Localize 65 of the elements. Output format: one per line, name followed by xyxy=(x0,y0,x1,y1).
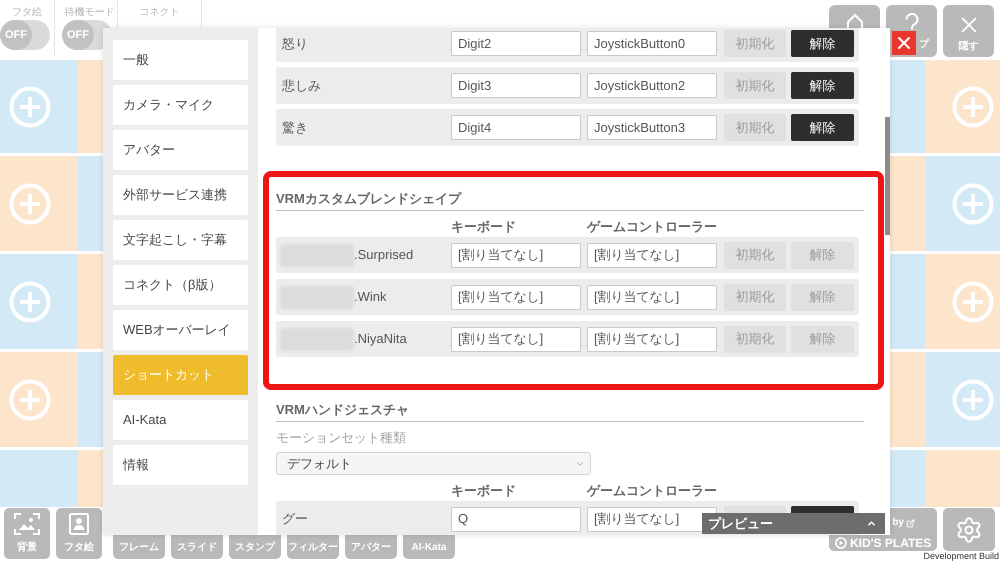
play-circle-icon xyxy=(835,537,847,549)
sidebar-item[interactable]: カメラ・マイク xyxy=(113,85,248,125)
plus-circle-icon[interactable] xyxy=(9,182,51,224)
keyboard-field[interactable]: [割り当てなし] xyxy=(451,284,581,310)
settings-button[interactable] xyxy=(943,508,995,551)
sidebar-item[interactable]: 文字起こし・字幕 xyxy=(113,220,248,260)
keyboard-field[interactable]: Digit3 xyxy=(451,73,581,98)
credit-text: by xyxy=(892,518,904,528)
settings-icon xyxy=(955,516,983,544)
keyboard-field[interactable]: [割り当てなし] xyxy=(451,326,581,352)
sidebar-item[interactable]: 情報 xyxy=(113,445,248,485)
row-label: 悲しみ xyxy=(281,78,321,94)
controller-field[interactable]: JoystickButton3 xyxy=(587,115,717,140)
toggle-label: フタ絵 xyxy=(12,7,42,19)
clear-button[interactable]: 解除 xyxy=(791,72,854,99)
controller-field[interactable]: [割り当てなし] xyxy=(587,326,717,352)
clear-button[interactable]: 解除 xyxy=(791,114,854,141)
plus-circle-icon[interactable] xyxy=(952,86,994,128)
motion-set-select[interactable]: デフォルト xyxy=(276,452,591,475)
toggle-label: 待機モード xyxy=(64,7,114,19)
column-header: キーボード xyxy=(451,219,517,235)
column-header: キーボード xyxy=(451,483,517,499)
controller-field[interactable]: JoystickButton2 xyxy=(587,73,717,98)
sidebar-item[interactable]: AI-Kata xyxy=(113,400,248,440)
controller-field[interactable]: JoystickButton0 xyxy=(587,31,717,56)
controller-field[interactable]: [割り当てなし] xyxy=(587,242,717,268)
picture-frame-icon xyxy=(14,513,40,535)
scrollbar-thumb[interactable] xyxy=(885,117,890,235)
keyboard-field[interactable]: [割り当てなし] xyxy=(451,242,581,268)
row-label: 怒り xyxy=(281,36,308,52)
logo-text: KID'S PLATES xyxy=(850,536,932,550)
build-label: Development Build xyxy=(923,551,999,561)
close-button[interactable] xyxy=(892,31,916,55)
preview-dialog[interactable]: プレビュー xyxy=(702,513,885,534)
sidebar-item[interactable]: 外部サービス連携 xyxy=(113,175,248,215)
section-heading: VRMハンドジェスチャ xyxy=(276,401,864,422)
plus-circle-icon[interactable] xyxy=(952,280,994,322)
plus-circle-icon[interactable] xyxy=(9,280,51,322)
row-label: 驚き xyxy=(281,120,308,136)
controller-field[interactable]: [割り当てなし] xyxy=(587,284,717,310)
field-label: モーションセット種類 xyxy=(276,430,407,446)
plus-circle-icon[interactable] xyxy=(9,86,51,128)
sidebar-item[interactable]: アバター xyxy=(113,130,248,170)
column-header: ゲームコントローラー xyxy=(587,483,717,499)
external-link-icon xyxy=(906,518,915,528)
plus-circle-icon[interactable] xyxy=(952,378,994,420)
sidebar-item[interactable]: コネクト（β版） xyxy=(113,265,248,305)
keyboard-field[interactable]: Digit2 xyxy=(451,31,581,56)
column-header: ゲームコントローラー xyxy=(587,219,717,235)
keyboard-field[interactable]: Q xyxy=(451,506,581,532)
row-label: .NiyaNita xyxy=(354,331,407,347)
grid-tile xyxy=(78,450,103,507)
plus-circle-icon[interactable] xyxy=(9,378,51,420)
plus-circle-icon[interactable] xyxy=(952,182,994,224)
connect-label: コネクト xyxy=(140,7,180,19)
sidebar-item[interactable]: 一般 xyxy=(113,40,248,80)
row-label: .Wink xyxy=(354,289,386,305)
row-label: .Surprised xyxy=(354,247,414,263)
row-label: グー xyxy=(281,511,308,527)
grid-tile xyxy=(890,450,925,507)
clear-button[interactable]: 解除 xyxy=(791,30,854,57)
section-heading: VRMカスタムブレンドシェイプ xyxy=(276,190,864,211)
keyboard-field[interactable]: Digit4 xyxy=(451,115,581,140)
sidebar-item[interactable]: WEBオーバーレイ xyxy=(113,310,248,350)
portrait-card-icon xyxy=(69,513,89,535)
